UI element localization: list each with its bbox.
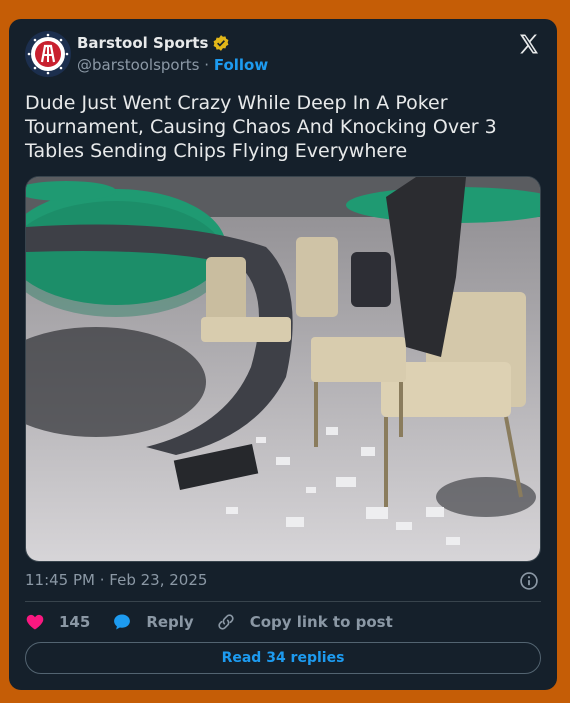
- heart-icon: [26, 614, 44, 630]
- like-button[interactable]: 145: [25, 612, 90, 632]
- follow-button[interactable]: Follow: [214, 56, 268, 74]
- reply-label: Reply: [146, 613, 194, 631]
- read-replies-button[interactable]: Read 34 replies: [25, 642, 541, 674]
- post-text: Dude Just Went Crazy While Deep In A Pok…: [25, 92, 497, 162]
- post-video[interactable]: [25, 176, 541, 562]
- avatar[interactable]: [25, 31, 71, 77]
- x-logo-icon[interactable]: [517, 32, 541, 56]
- verified-badge-icon: [213, 35, 229, 51]
- divider: [25, 601, 541, 602]
- info-icon[interactable]: [519, 571, 539, 591]
- like-count: 145: [59, 613, 91, 631]
- account-handle[interactable]: @barstoolsports: [77, 56, 199, 74]
- account-name[interactable]: Barstool Sports: [77, 34, 208, 52]
- copy-link-button[interactable]: Copy link to post: [216, 612, 393, 632]
- post-timestamp[interactable]: 11:45 PM · Feb 23, 2025: [25, 571, 207, 589]
- speech-bubble-icon: [114, 614, 131, 630]
- barstool-logo-icon: [26, 32, 70, 76]
- action-bar: 145 Reply Copy link to post: [25, 610, 415, 634]
- copy-link-label: Copy link to post: [249, 613, 393, 631]
- handle-separator: ·: [204, 56, 210, 74]
- embedded-post-card: Barstool Sports @barstoolsports · Follow…: [9, 19, 557, 690]
- video-frame-image: [26, 177, 540, 561]
- reply-button[interactable]: Reply: [112, 612, 194, 632]
- link-icon: [218, 614, 234, 630]
